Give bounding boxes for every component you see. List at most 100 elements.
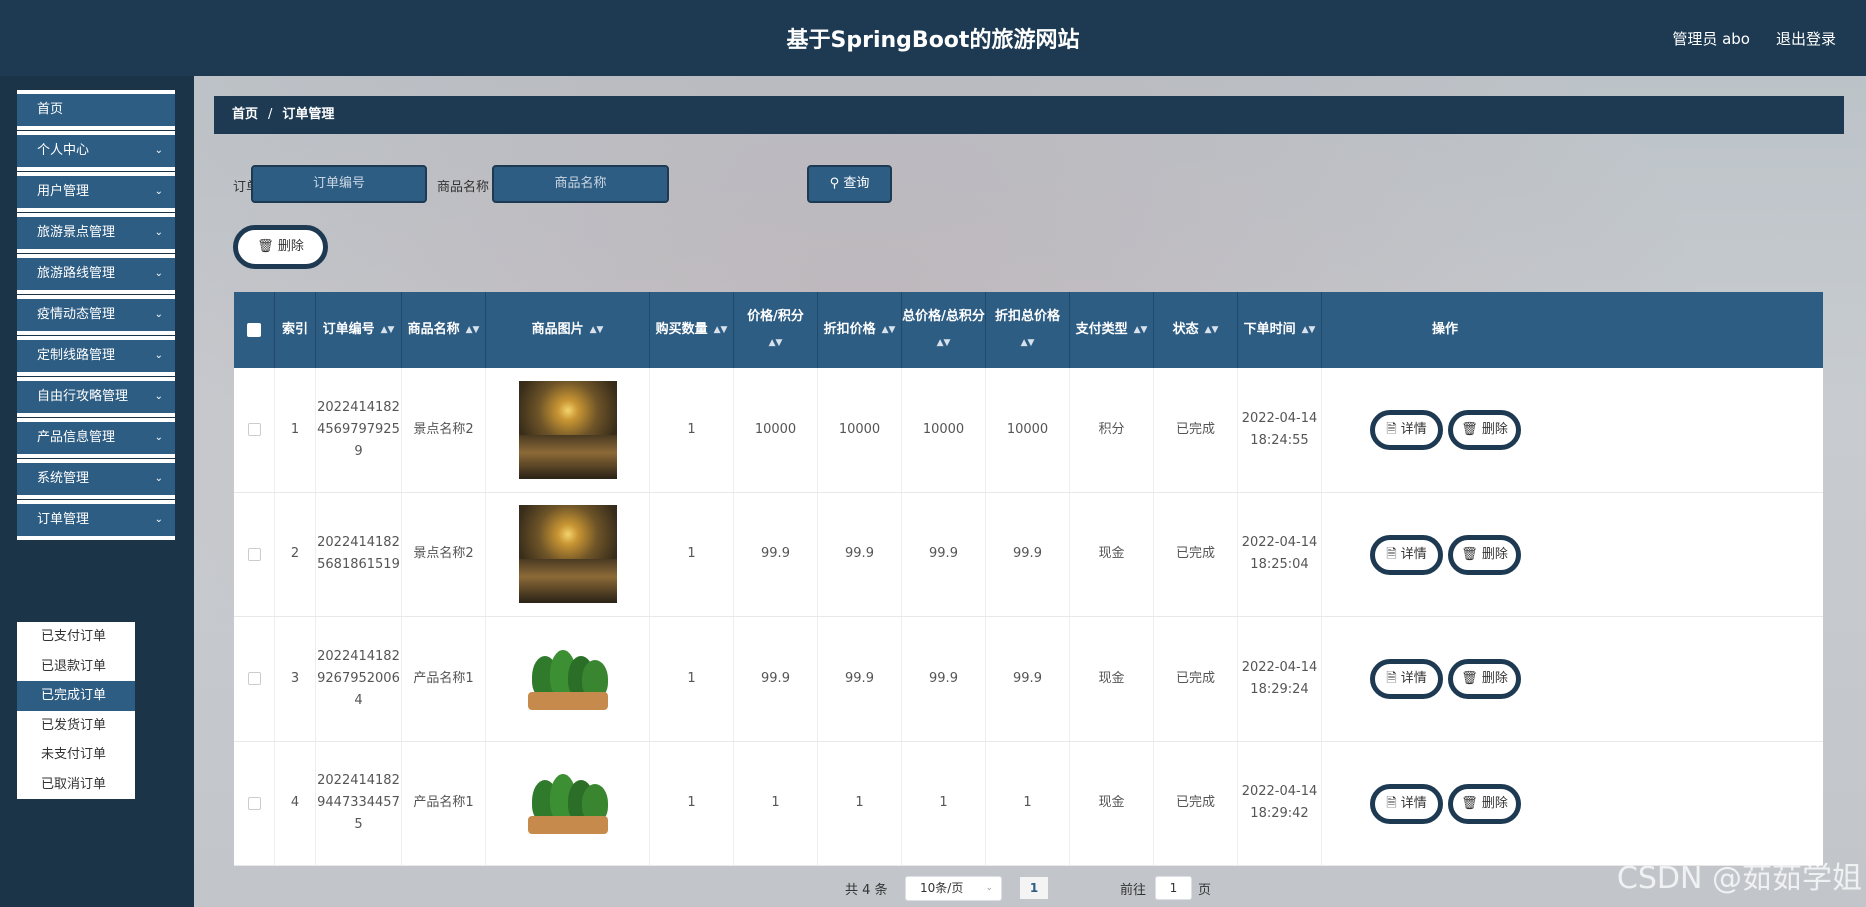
document-icon: 🗎 [1386, 422, 1397, 437]
submenu-unpaid-orders[interactable]: 未支付订单 [17, 740, 135, 770]
row-delete-button[interactable]: 🗑 删除 [1448, 410, 1521, 450]
query-button[interactable]: ⚲ 查询 [807, 165, 892, 203]
cell-order-time: 2022-04-14 18:29:24 [1238, 617, 1322, 741]
col-quantity[interactable]: 购买数量 ▲▼ [650, 292, 734, 368]
cell-pay-type: 现金 [1070, 492, 1154, 616]
submenu-completed-orders[interactable]: 已完成订单 [17, 681, 135, 711]
cell-product-name: 景点名称2 [402, 368, 486, 492]
document-icon: 🗎 [1386, 546, 1397, 562]
cell-order-time: 2022-04-14 18:29:42 [1238, 741, 1322, 865]
cell-product-image [486, 741, 650, 865]
chevron-down-icon: ⌄ [154, 350, 163, 361]
sidebar-item-products[interactable]: 产品信息管理 ⌄ [17, 418, 175, 458]
table-row: 3 2022414182 9267952006 4 产品名称1 1 99.9 99.… [234, 617, 1823, 742]
breadcrumb-current: 订单管理 [282, 107, 335, 122]
chevron-down-icon: ⌄ [154, 145, 163, 156]
row-checkbox[interactable] [247, 796, 261, 810]
submenu-refunded-orders[interactable]: 已退款订单 [17, 652, 135, 682]
cell-product-image [486, 492, 650, 616]
trash-icon: 🗑 [1461, 422, 1478, 437]
sidebar-item-profile[interactable]: 个人中心 ⌄ [17, 131, 175, 171]
cell-order-time: 2022-04-14 18:24:55 [1238, 368, 1322, 492]
sidebar-item-users[interactable]: 用户管理 ⌄ [17, 172, 175, 212]
submenu-shipped-orders[interactable]: 已发货订单 [17, 711, 135, 741]
row-checkbox[interactable] [247, 672, 261, 686]
trash-icon: 🗑 [1461, 671, 1478, 686]
sidebar-item-custom-routes[interactable]: 定制线路管理 ⌄ [17, 336, 175, 376]
product-name-input[interactable]: 商品名称 [492, 165, 669, 203]
table-row: 2 2022414182 5681861519 景点名称2 1 99.9 99.9… [234, 492, 1823, 617]
sidebar-item-orders[interactable]: 订单管理 ⌄ [17, 500, 175, 540]
cell-pay-type: 积分 [1070, 368, 1154, 492]
sidebar-item-system[interactable]: 系统管理 ⌄ [17, 459, 175, 499]
cell-product-name: 产品名称1 [402, 741, 486, 865]
cell-order-time: 2022-04-14 18:25:04 [1238, 492, 1322, 616]
sidebar: 首页 个人中心 ⌄ 用户管理 ⌄ 旅游景点管理 ⌄ 旅游路线管理 ⌄ 疫情动态管理 ⌄ 定… [0, 76, 194, 907]
cell-status: 已完成 [1154, 741, 1238, 865]
logout-link[interactable]: 退出登录 [1776, 28, 1836, 49]
sidebar-item-epidemic[interactable]: 疫情动态管理 ⌄ [17, 295, 175, 335]
orders-submenu: 已支付订单 已退款订单 已完成订单 已发货订单 未支付订单 已取消订单 [17, 622, 135, 799]
col-product-name[interactable]: 商品名称 ▲▼ [402, 292, 486, 368]
breadcrumb-home[interactable]: 首页 [232, 107, 258, 122]
cell-price: 99.9 [734, 617, 818, 741]
sort-icon: ▲▼ [881, 325, 896, 335]
col-discount[interactable]: 折扣价格 ▲▼ [818, 292, 902, 368]
row-delete-button[interactable]: 🗑 删除 [1448, 783, 1521, 824]
row-checkbox[interactable] [247, 423, 261, 437]
product-name-label: 商品名称 [437, 180, 490, 195]
cell-pay-type: 现金 [1070, 741, 1154, 865]
detail-button[interactable]: 🗎 详情 [1370, 410, 1443, 450]
cell-status: 已完成 [1154, 492, 1238, 616]
sidebar-item-guides[interactable]: 自由行攻略管理 ⌄ [17, 377, 175, 417]
chevron-down-icon: ⌄ [154, 186, 163, 197]
sort-icon: ▲▼ [465, 325, 480, 335]
cell-index: 3 [275, 617, 316, 741]
cell-order-no: 2022414182 9447334457 5 [316, 741, 402, 865]
col-order-time[interactable]: 下单时间 ▲▼ [1238, 292, 1322, 368]
orders-table: 索引 订单编号 ▲▼ 商品名称 ▲▼ 商品图片 ▲▼ 购买数量 ▲▼ 价格/积分 ▲▼ 折… [234, 292, 1823, 866]
col-discount-total[interactable]: 折扣总价格 ▲▼ [986, 292, 1070, 368]
order-no-input[interactable]: 订单编号 [251, 165, 427, 203]
col-product-image[interactable]: 商品图片 ▲▼ [486, 292, 650, 368]
vegetable-image [520, 768, 616, 838]
batch-delete-button[interactable]: 🗑 删除 [233, 225, 328, 269]
row-delete-button[interactable]: 🗑 删除 [1448, 659, 1521, 699]
cell-order-no: 2022414182 4569797925 9 [316, 368, 402, 492]
col-order-no[interactable]: 订单编号 ▲▼ [316, 292, 402, 368]
submenu-cancelled-orders[interactable]: 已取消订单 [17, 770, 135, 800]
col-total[interactable]: 总价格/总积分 ▲▼ [902, 292, 986, 368]
row-delete-button[interactable]: 🗑 删除 [1448, 534, 1521, 575]
detail-button[interactable]: 🗎 详情 [1370, 534, 1443, 575]
sort-icon: ▲▼ [768, 338, 783, 348]
cell-discount: 99.9 [818, 492, 902, 616]
current-page[interactable]: 1 [1020, 877, 1048, 899]
col-price[interactable]: 价格/积分 ▲▼ [734, 292, 818, 368]
cell-total: 1 [902, 741, 986, 865]
select-all-checkbox[interactable] [247, 323, 261, 337]
cell-order-no: 2022414182 5681861519 [316, 492, 402, 616]
submenu-paid-orders[interactable]: 已支付订单 [17, 622, 135, 652]
cell-discount: 10000 [818, 368, 902, 492]
chevron-down-icon: ⌄ [154, 432, 163, 443]
col-index: 索引 [275, 292, 316, 368]
sort-icon: ▲▼ [1204, 325, 1219, 335]
sidebar-item-home[interactable]: 首页 [17, 90, 175, 130]
col-pay-type[interactable]: 支付类型 ▲▼ [1070, 292, 1154, 368]
sort-icon: ▲▼ [589, 325, 604, 335]
cell-quantity: 1 [650, 492, 734, 616]
sort-icon: ▲▼ [1020, 338, 1035, 348]
row-checkbox[interactable] [247, 547, 261, 561]
col-status[interactable]: 状态 ▲▼ [1154, 292, 1238, 368]
cell-product-name: 产品名称1 [402, 617, 486, 741]
sidebar-item-routes[interactable]: 旅游路线管理 ⌄ [17, 254, 175, 294]
goto-page-input[interactable]: 1 [1155, 876, 1192, 900]
sidebar-item-attractions[interactable]: 旅游景点管理 ⌄ [17, 213, 175, 253]
next-page-button[interactable]: › [1048, 877, 1070, 899]
trash-icon: 🗑 [257, 239, 274, 254]
cell-discount-total: 99.9 [986, 492, 1070, 616]
detail-button[interactable]: 🗎 详情 [1370, 659, 1443, 699]
page-size-select[interactable]: 10条/页 ⌄ [905, 876, 1002, 901]
detail-button[interactable]: 🗎 详情 [1370, 783, 1443, 824]
site-title: 基于SpringBoot的旅游网站 [786, 28, 1080, 53]
